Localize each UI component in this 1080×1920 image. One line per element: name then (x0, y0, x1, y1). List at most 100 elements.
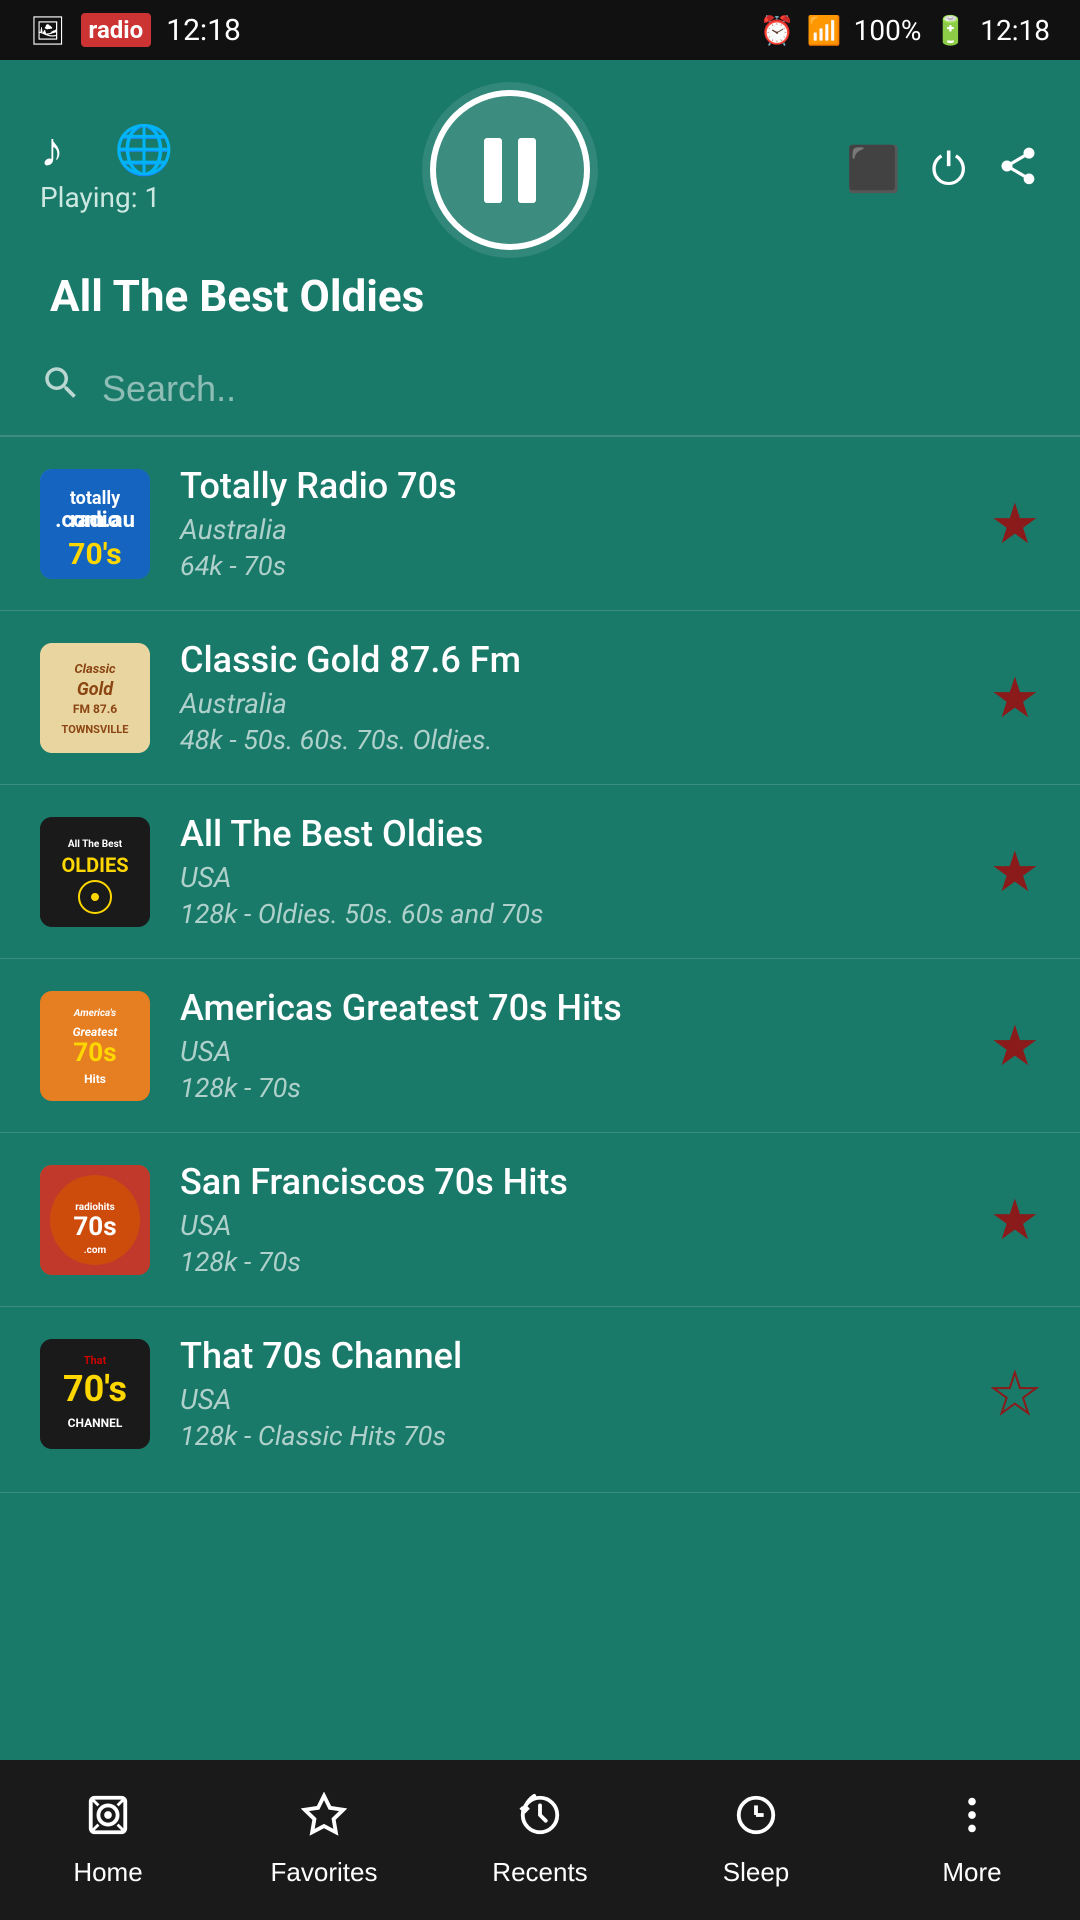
nav-recents-label: Recents (492, 1857, 587, 1888)
alarm-icon: ⏰ (760, 14, 795, 47)
favorite-button[interactable]: ★ (990, 839, 1040, 905)
station-country: Australia (180, 513, 960, 546)
home-icon (85, 1792, 131, 1849)
station-logo-americas: America's Greatest 70s Hits (40, 991, 150, 1101)
station-country: USA (180, 1383, 960, 1416)
pause-icon (480, 135, 540, 205)
station-name: San Franciscos 70s Hits (180, 1161, 960, 1203)
svg-text:70's: 70's (68, 537, 121, 572)
now-playing-title: All The Best Oldies (40, 270, 434, 322)
share-button[interactable] (996, 144, 1040, 196)
left-icons: ♪ 🌐 Playing: 1 (40, 127, 174, 214)
battery-label: 100% (854, 14, 922, 47)
station-info: Americas Greatest 70s Hits USA 128k - 70… (180, 987, 960, 1104)
station-name: Americas Greatest 70s Hits (180, 987, 960, 1029)
svg-text:CHANNEL: CHANNEL (68, 1416, 123, 1430)
player-controls-row: ♪ 🌐 Playing: 1 ⬛ ⏻ (40, 90, 1040, 250)
station-bitrate: 48k - 50s. 60s. 70s. Oldies. (180, 724, 960, 756)
svg-text:70's: 70's (63, 1368, 127, 1410)
status-bar: 🖼 radio 12:18 ⏰ 📶 100% 🔋 12:18 (0, 0, 1080, 60)
station-name: Classic Gold 87.6 Fm (180, 639, 960, 681)
search-input-wrapper (40, 362, 1040, 415)
favorite-button[interactable]: ★ (990, 1361, 1040, 1427)
station-bitrate: 128k - Oldies. 50s. 60s and 70s (180, 898, 960, 930)
nav-more[interactable]: More (864, 1760, 1080, 1920)
svg-text:Greatest: Greatest (73, 1025, 119, 1039)
globe-icon-button[interactable]: 🌐 (114, 127, 174, 175)
station-country: Australia (180, 687, 960, 720)
more-icon (949, 1792, 995, 1849)
station-info: All The Best Oldies USA 128k - Oldies. 5… (180, 813, 960, 930)
station-bitrate: 128k - Classic Hits 70s (180, 1420, 960, 1452)
search-bar (0, 342, 1080, 437)
station-info: Classic Gold 87.6 Fm Australia 48k - 50s… (180, 639, 960, 756)
favorite-button[interactable]: ★ (990, 1187, 1040, 1253)
player-area: ♪ 🌐 Playing: 1 ⬛ ⏻ All The Best Oldies (0, 60, 1080, 342)
station-name: That 70s Channel (180, 1335, 960, 1377)
search-icon (40, 362, 82, 415)
svg-text:That: That (84, 1354, 107, 1367)
nav-home-label: Home (73, 1857, 142, 1888)
station-item[interactable]: America's Greatest 70s Hits Americas Gre… (0, 959, 1080, 1133)
station-country: USA (180, 861, 960, 894)
station-info: Totally Radio 70s Australia 64k - 70s (180, 465, 960, 582)
station-info: That 70s Channel USA 128k - Classic Hits… (180, 1335, 960, 1452)
station-item[interactable]: Classic Gold FM 87.6 TOWNSVILLE Classic … (0, 611, 1080, 785)
favorite-button[interactable]: ★ (990, 491, 1040, 557)
stop-button[interactable]: ⬛ (846, 148, 901, 192)
status-bar-right: ⏰ 📶 100% 🔋 12:18 (760, 14, 1050, 47)
svg-text:70s: 70s (73, 1038, 116, 1068)
nav-home[interactable]: Home (0, 1760, 216, 1920)
svg-text:FM 87.6: FM 87.6 (73, 702, 117, 716)
station-item[interactable]: radiohits 70s .com San Franciscos 70s Hi… (0, 1133, 1080, 1307)
station-logo-classicgold: Classic Gold FM 87.6 TOWNSVILLE (40, 643, 150, 753)
station-logo-sf70s: radiohits 70s .com (40, 1165, 150, 1275)
station-logo-totally70s: totally radio .com.au 70's (40, 469, 150, 579)
search-input[interactable] (102, 368, 1040, 410)
station-item[interactable]: All The Best OLDIES All The Best Oldies … (0, 785, 1080, 959)
nav-sleep-label: Sleep (723, 1857, 790, 1888)
favorites-icon (301, 1792, 347, 1849)
station-name: Totally Radio 70s (180, 465, 960, 507)
station-country: USA (180, 1035, 960, 1068)
svg-text:Classic: Classic (74, 662, 116, 677)
station-logo-allbest: All The Best OLDIES (40, 817, 150, 927)
station-bitrate: 128k - 70s (180, 1246, 960, 1278)
svg-text:TOWNSVILLE: TOWNSVILLE (62, 723, 129, 736)
nav-more-label: More (942, 1857, 1001, 1888)
svg-text:.com: .com (84, 1245, 107, 1256)
nav-sleep[interactable]: Sleep (648, 1760, 864, 1920)
svg-text:.com.au: .com.au (55, 508, 135, 533)
recents-icon (517, 1792, 563, 1849)
nav-favorites-label: Favorites (271, 1857, 378, 1888)
nav-recents[interactable]: Recents (432, 1760, 648, 1920)
svg-text:Hits: Hits (84, 1072, 106, 1086)
power-button[interactable]: ⏻ (931, 148, 966, 192)
favorite-button[interactable]: ★ (990, 1013, 1040, 1079)
svg-text:70s: 70s (73, 1212, 116, 1242)
svg-text:totally: totally (70, 488, 121, 509)
station-country: USA (180, 1209, 960, 1242)
status-number: 12:18 (166, 13, 241, 48)
gallery-icon: 🖼 (30, 14, 66, 47)
nav-favorites[interactable]: Favorites (216, 1760, 432, 1920)
station-logo-that70s: That 70's CHANNEL (40, 1339, 150, 1449)
favorite-button[interactable]: ★ (990, 665, 1040, 731)
station-bitrate: 128k - 70s (180, 1072, 960, 1104)
playing-label: Playing: 1 (40, 181, 160, 214)
svg-text:All The Best: All The Best (68, 839, 123, 850)
pause-button[interactable] (430, 90, 590, 250)
svg-text:Gold: Gold (77, 679, 114, 700)
svg-text:America's: America's (73, 1008, 116, 1019)
station-list: totally radio .com.au 70's Totally Radio… (0, 437, 1080, 1817)
station-item[interactable]: That 70's CHANNEL That 70s Channel USA 1… (0, 1307, 1080, 1493)
bottom-nav: Home Favorites Recents (0, 1760, 1080, 1920)
status-bar-left: 🖼 radio 12:18 (30, 13, 241, 48)
station-item[interactable]: totally radio .com.au 70's Totally Radio… (0, 437, 1080, 611)
clock-status: 12:18 (980, 14, 1050, 47)
music-icon-button[interactable]: ♪ (40, 127, 64, 175)
station-bitrate: 64k - 70s (180, 550, 960, 582)
battery-icon: 🔋 (933, 14, 968, 47)
station-info: San Franciscos 70s Hits USA 128k - 70s (180, 1161, 960, 1278)
app-icon: radio (81, 13, 152, 47)
